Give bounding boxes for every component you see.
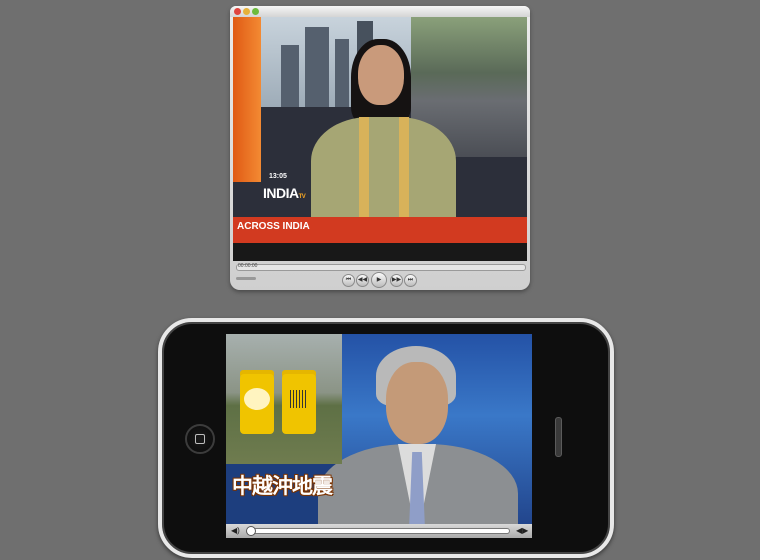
timecode: 00:00:00 — [238, 263, 258, 269]
zoom-window-icon[interactable] — [252, 8, 259, 15]
fast-forward-icon[interactable]: ▶▶ — [390, 274, 403, 287]
fullscreen-icon[interactable]: ◀▶ — [516, 526, 528, 535]
mustard-jars-inset — [226, 334, 342, 464]
volume-icon[interactable]: ◀) — [231, 526, 240, 535]
phone-video-screen: 中越沖地震 ◀) ◀▶ — [226, 334, 532, 538]
phone-seek-bar[interactable] — [248, 528, 510, 534]
player-controls: 00:00:00 ⏮ ◀◀ ▶ ▶▶ ⏭ — [230, 261, 530, 290]
play-icon[interactable]: ▶ — [371, 272, 387, 288]
broadcast-clock: 13:05 — [269, 173, 287, 180]
news-caption: 中越沖地震 — [232, 475, 333, 498]
ticker-text: ACROSS INDIA — [237, 221, 310, 232]
channel-logo: INDIATV — [263, 185, 306, 201]
volume-slider[interactable] — [236, 277, 256, 280]
close-window-icon[interactable] — [234, 8, 241, 15]
seek-knob[interactable] — [246, 526, 256, 536]
seek-bar[interactable] — [236, 264, 526, 271]
minimize-window-icon[interactable] — [243, 8, 250, 15]
home-button[interactable] — [185, 424, 215, 454]
studio-panel — [233, 17, 261, 182]
mustard-jar-back — [282, 374, 316, 434]
home-square-icon — [195, 434, 205, 444]
desktop-media-player: ACROSS INDIA 13:05 INDIATV 00:00:00 ⏮ ◀◀… — [230, 6, 530, 290]
next-icon[interactable]: ⏭ — [404, 274, 417, 287]
mustard-jar-front — [240, 374, 274, 434]
phone-player-controls: ◀) ◀▶ — [226, 524, 532, 538]
phone-device: 中越沖地震 ◀) ◀▶ — [158, 318, 614, 558]
rewind-icon[interactable]: ◀◀ — [356, 274, 369, 287]
video-frame-news: ACROSS INDIA 13:05 INDIATV — [233, 17, 527, 261]
earpiece-speaker — [555, 417, 562, 457]
previous-icon[interactable]: ⏮ — [342, 274, 355, 287]
window-titlebar — [230, 6, 530, 17]
